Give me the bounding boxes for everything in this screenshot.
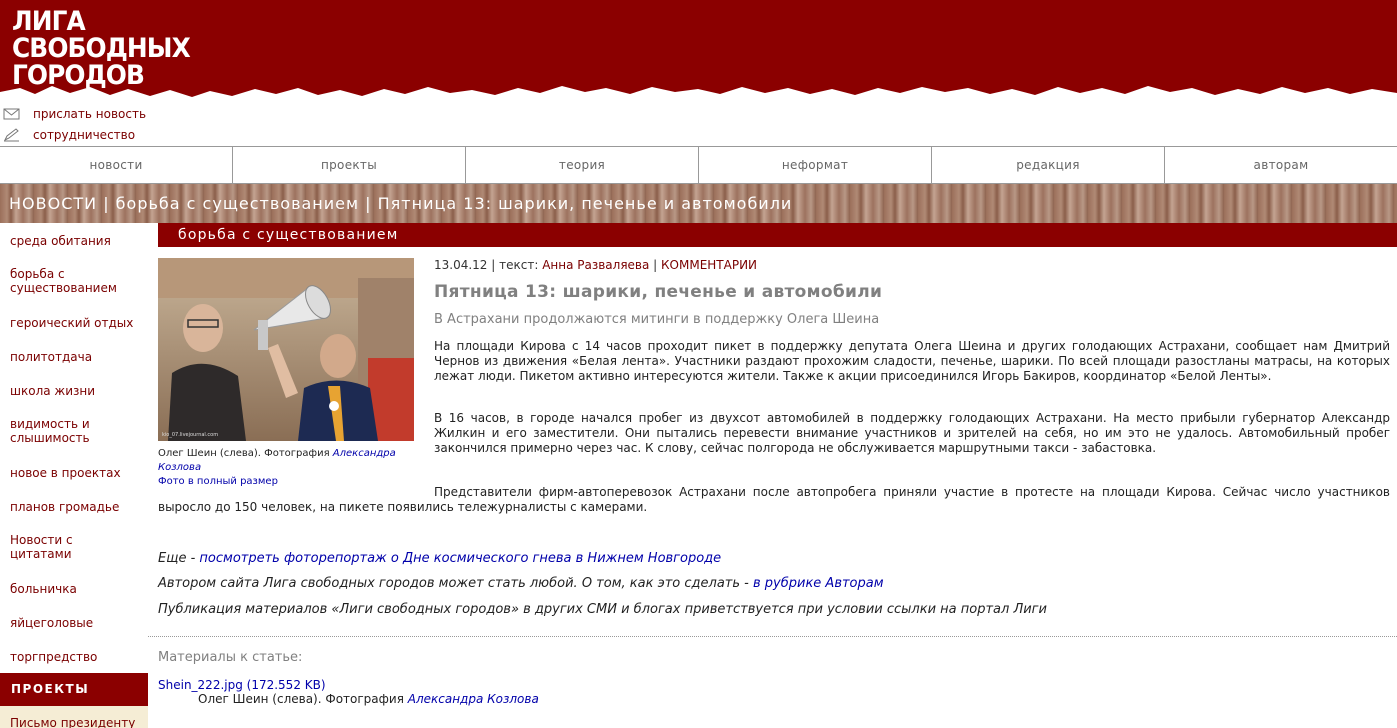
article-paragraph-3: Представители фирм-автоперевозок Астраха… xyxy=(158,485,1390,514)
author-link[interactable]: Анна Разваляева xyxy=(542,258,649,272)
sidebar-item-trade[interactable]: торгпредство xyxy=(10,650,140,664)
send-news-link[interactable]: прислать новость xyxy=(3,105,146,123)
article-paragraph-1: На площади Кирова с 14 часов проходит пи… xyxy=(434,339,1390,383)
sidebar-item-struggle[interactable]: борьба с существованием xyxy=(10,267,120,295)
photo-caption-text: Олег Шеин (слева). Фотография xyxy=(158,448,333,459)
sidebar-item-heroic-rest[interactable]: героический отдых xyxy=(10,316,140,330)
site-logo[interactable]: ЛИГА СВОБОДНЫХ ГОРОДОВ xyxy=(12,6,191,89)
comments-link[interactable]: КОММЕНТАРИИ xyxy=(661,258,757,272)
more-prefix: Еще - xyxy=(158,551,200,566)
article-title: Пятница 13: шарики, печенье и автомобили xyxy=(434,282,883,302)
article-meta: 13.04.12 | текст: Анна Разваляева | КОММ… xyxy=(434,258,757,272)
meta-separator: | xyxy=(649,258,662,272)
logo-line-1: ЛИГА xyxy=(12,6,86,37)
article-subtitle: В Астрахани продолжаются митинги в подде… xyxy=(434,312,880,327)
photo-watermark: kio_07.livejournal.com xyxy=(162,432,218,438)
breadcrumb-bar: НОВОСТИ | борьба с существованием | Пятн… xyxy=(0,184,1397,223)
divider xyxy=(148,636,1397,637)
cooperation-label: сотрудничество xyxy=(33,128,136,142)
sidebar-item-habitat[interactable]: среда обитания xyxy=(10,234,140,248)
nav-item-editorial[interactable]: редакция xyxy=(932,147,1165,183)
section-title: борьба с существованием xyxy=(178,227,399,243)
article-photo[interactable]: kio_07.livejournal.com xyxy=(158,258,414,441)
sidebar-item-school-of-life[interactable]: школа жизни xyxy=(10,384,140,398)
projects-item-letter[interactable]: Письмо президенту xyxy=(0,706,148,728)
authors-rubric-link[interactable]: в рубрике Авторам xyxy=(753,576,884,591)
sidebar-item-news-quotes[interactable]: Новости с цитатами xyxy=(10,533,90,561)
nav-item-projects[interactable]: проекты xyxy=(233,147,466,183)
article-date: 13.04.12 xyxy=(434,258,488,272)
pencil-icon xyxy=(3,128,21,142)
sidebar-item-eggheads[interactable]: яйцеголовые xyxy=(10,616,140,630)
sidebar-item-new-in-projects[interactable]: новое в проектах xyxy=(10,466,140,480)
attachment-file-link[interactable]: Shein_222.jpg (172.552 KB) xyxy=(158,678,326,692)
publication-note: Публикация материалов «Лиги свободных го… xyxy=(158,602,1047,617)
author-note-prefix: Автором сайта Лига свободных городов мож… xyxy=(158,576,753,591)
photo-report-link[interactable]: посмотреть фоторепортаж о Дне космическо… xyxy=(199,551,721,566)
text-label: | текст: xyxy=(487,258,543,272)
sidebar-item-visibility[interactable]: видимость и слышимость xyxy=(10,417,110,445)
author-note: Автором сайта Лига свободных городов мож… xyxy=(158,576,884,591)
logo-line-2: СВОБОДНЫХ xyxy=(12,33,191,64)
cooperation-link[interactable]: сотрудничество xyxy=(3,126,135,144)
section-band: борьба с существованием xyxy=(158,223,1397,247)
sidebar-item-plans[interactable]: планов громадье xyxy=(10,500,140,514)
projects-heading: ПРОЕКТЫ xyxy=(0,673,148,706)
envelope-icon xyxy=(3,107,21,121)
send-news-label: прислать новость xyxy=(33,107,147,121)
attachment-caption: Олег Шеин (слева). Фотография Александра… xyxy=(198,692,539,706)
torn-edge-decoration xyxy=(0,86,1397,100)
site-header: ЛИГА СВОБОДНЫХ ГОРОДОВ xyxy=(0,0,1397,100)
attachment-caption-text: Олег Шеин (слева). Фотография xyxy=(198,692,408,706)
breadcrumb: НОВОСТИ | борьба с существованием | Пятн… xyxy=(9,194,793,213)
article-paragraph-2: В 16 часов, в городе начался пробег из д… xyxy=(434,411,1390,455)
main-nav: новости проекты теория неформат редакция… xyxy=(0,146,1397,184)
materials-label: Материалы к статье: xyxy=(158,650,303,665)
sidebar-item-hospital[interactable]: больничка xyxy=(10,582,140,596)
photo-caption: Олег Шеин (слева). Фотография Александра… xyxy=(158,447,414,489)
nav-item-theory[interactable]: теория xyxy=(466,147,699,183)
sidebar-item-politotdacha[interactable]: политотдача xyxy=(10,350,140,364)
attachment-author-link[interactable]: Александра Козлова xyxy=(408,692,539,706)
nav-item-news[interactable]: новости xyxy=(0,147,233,183)
nav-item-neformat[interactable]: неформат xyxy=(699,147,932,183)
nav-item-authors[interactable]: авторам xyxy=(1165,147,1397,183)
more-note: Еще - посмотреть фоторепортаж о Дне косм… xyxy=(158,551,721,566)
